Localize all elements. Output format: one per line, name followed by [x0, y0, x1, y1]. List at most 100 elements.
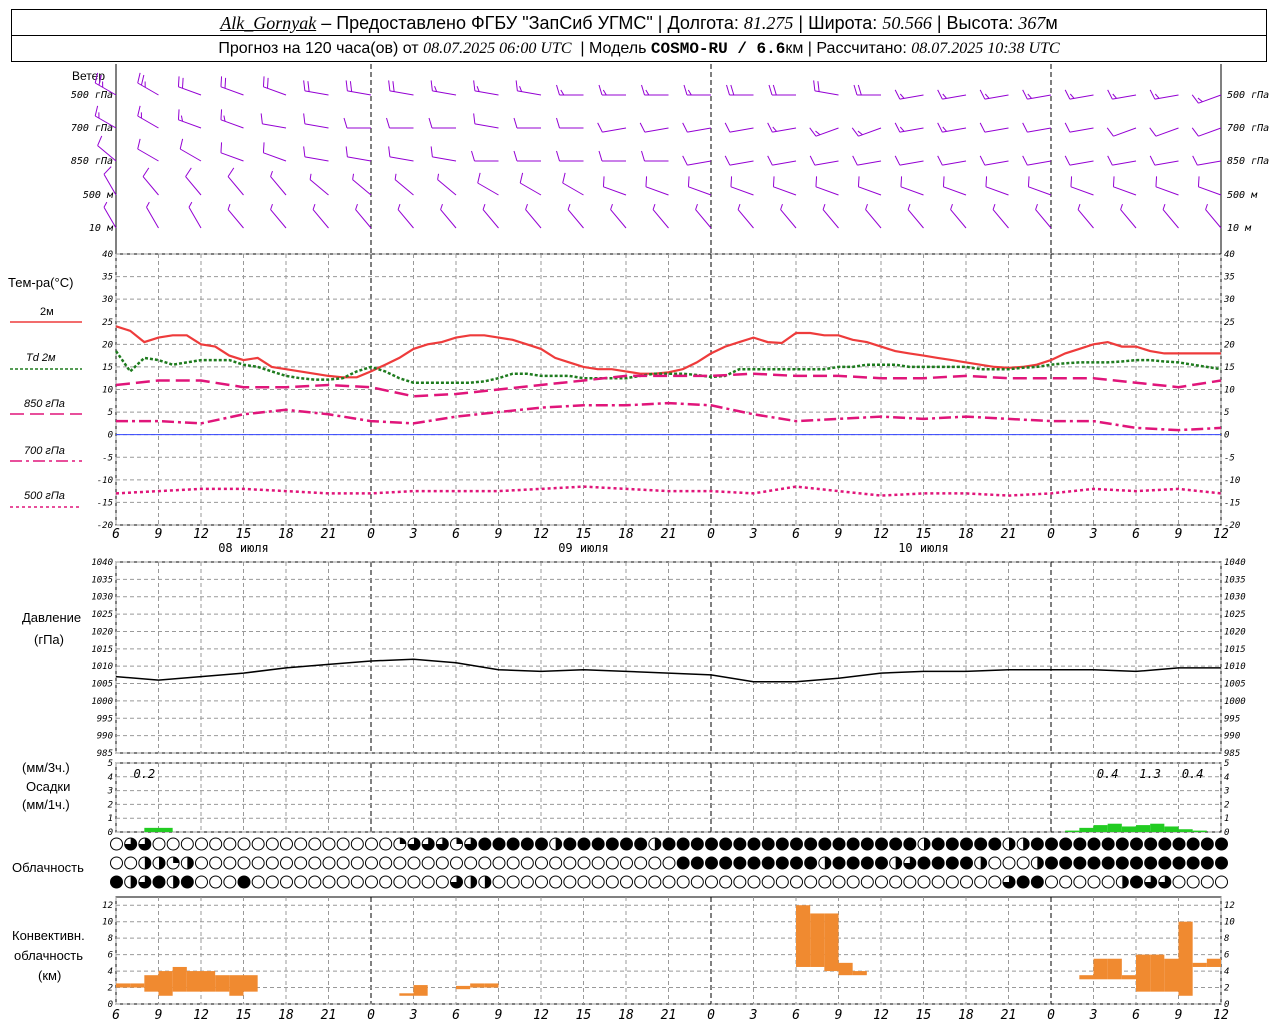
conv-tick-left: 4	[108, 967, 113, 977]
wind-barb	[343, 117, 371, 129]
hour-tick-label: 18	[958, 1008, 974, 1023]
precip-bar	[1192, 830, 1207, 832]
hour-tick-label: 12	[533, 527, 549, 542]
cloud-cover-symbol	[407, 856, 421, 870]
cloud-cover-symbol	[1059, 837, 1073, 851]
cloud-cover-symbol	[506, 837, 520, 851]
hour-tick-label: 21	[661, 1008, 677, 1023]
cloud-cover-symbol	[648, 856, 662, 870]
cloud-cover-symbol	[336, 875, 350, 889]
cloud-cover-symbol	[605, 875, 619, 889]
wind-barb	[598, 150, 626, 162]
cloud-cover-symbol	[195, 856, 208, 870]
hour-tick-label: 3	[749, 1008, 758, 1023]
cloud-cover-symbol	[917, 856, 931, 870]
cloud-cover-symbol	[931, 837, 945, 851]
cloud-cover-symbol	[1200, 875, 1214, 889]
hour-tick-label: 15	[236, 1008, 252, 1023]
wind-barb	[513, 117, 541, 129]
cloud-cover-symbol	[889, 837, 903, 851]
cloud-cover-symbol	[265, 875, 279, 889]
conv-cloud-bar	[172, 966, 187, 992]
wind-barb	[220, 109, 244, 129]
cloud-cover-symbol	[294, 875, 308, 889]
cloud-cover-symbol	[152, 837, 166, 851]
t850-line	[115, 372, 1222, 398]
wind-barb	[950, 203, 967, 229]
wind-barb	[437, 173, 457, 196]
cloud-cover-symbol	[492, 837, 506, 851]
hour-tick-label: 12	[193, 1008, 209, 1023]
cloud-cover-symbol	[1186, 856, 1200, 870]
cloud-cover-symbol	[1158, 856, 1172, 870]
conv-cloud-bar	[116, 983, 131, 988]
wind-level-label-left: 10 м	[89, 223, 114, 234]
wind-barb	[440, 203, 457, 229]
cloud-cover-fill	[484, 876, 491, 888]
hour-tick-label: 12	[873, 1008, 889, 1023]
hour-tick-label: 6	[792, 527, 800, 542]
cloud-cover-symbol	[790, 856, 803, 870]
cloud-cover-symbol	[634, 856, 648, 870]
cloud-cover-symbol	[365, 875, 378, 889]
precip-tick-left: 2	[108, 800, 113, 810]
wind-barb	[260, 113, 287, 129]
conv-cloud-bar	[158, 971, 173, 996]
cloud-cover-fill	[654, 838, 661, 850]
hour-tick-label: 18	[278, 1008, 294, 1023]
cloud-cover-symbol	[350, 856, 364, 870]
precip-tick-right: 5	[1224, 759, 1229, 769]
cloud-cover-symbol	[1059, 856, 1073, 870]
cloud-cover-fill	[159, 857, 165, 869]
hour-tick-label: 3	[1089, 1008, 1098, 1023]
cloud-cover-symbol	[280, 837, 293, 851]
temp-tick-left: 25	[102, 318, 113, 328]
wind-barb	[645, 176, 669, 196]
hour-tick-label: 12	[1213, 1008, 1229, 1023]
wind-barb	[602, 176, 627, 196]
wind-barb	[556, 150, 584, 162]
conv-tick-left: 2	[108, 984, 113, 994]
cloud-cover-symbol	[251, 837, 265, 851]
cloud-cover-symbol	[591, 837, 605, 851]
cloud-cover-symbol	[520, 875, 534, 889]
cloud-cover-symbol	[945, 837, 959, 851]
cloud-cover-symbol	[775, 837, 789, 851]
cloud-cover-symbol	[563, 875, 577, 889]
cloud-cover-symbol	[1101, 875, 1115, 889]
cloud-cover-symbol	[988, 837, 1002, 851]
wind-barb	[687, 176, 712, 196]
temp-tick-right: -15	[1224, 498, 1240, 508]
wind-barb	[1112, 176, 1137, 196]
cloud-cover-symbol	[450, 856, 463, 870]
cloud-cover-symbol	[1200, 837, 1214, 851]
cloud-cover-symbol	[280, 875, 293, 889]
wind-barb	[730, 176, 754, 196]
wind-barb	[979, 155, 1009, 166]
cloud-cover-symbol	[478, 856, 492, 870]
pressure-tick-right: 1015	[1224, 645, 1246, 655]
pressure-tick-right: 985	[1224, 749, 1240, 759]
hour-tick-label: 15	[916, 527, 932, 542]
cloud-cover-symbol	[846, 837, 860, 851]
cloud-cover-symbol	[860, 837, 874, 851]
wind-barb	[1191, 127, 1222, 137]
cloud-cover-symbol	[294, 856, 308, 870]
wind-barb	[428, 117, 456, 129]
cloud-cover-symbol	[1045, 856, 1058, 870]
wind-barb	[1107, 155, 1137, 166]
temp-tick-left: 20	[102, 340, 113, 350]
wind-barb	[513, 150, 541, 162]
precip-bar	[1093, 825, 1108, 832]
wind-barb	[809, 155, 839, 166]
cloud-cover-symbol	[690, 856, 704, 870]
hour-tick-label: 9	[155, 527, 163, 542]
cloud-cover-symbol	[846, 856, 860, 870]
conv-cloud-bar	[810, 913, 825, 967]
cloud-cover-symbol	[818, 837, 832, 851]
conv-cloud-bar	[1107, 958, 1122, 980]
temp-tick-right: 30	[1223, 295, 1235, 305]
wind-barb	[815, 176, 839, 196]
hour-tick-label: 6	[792, 1008, 800, 1023]
wind-barb	[352, 173, 372, 196]
